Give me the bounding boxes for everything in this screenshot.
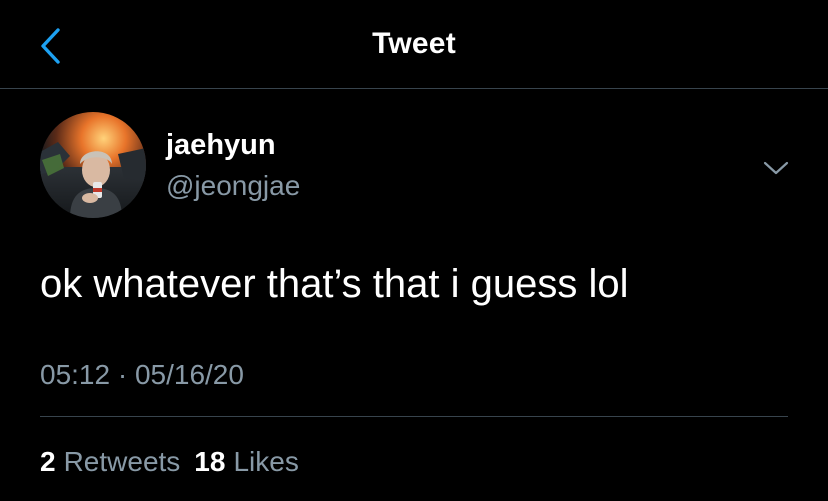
navigation-header: Tweet bbox=[0, 0, 828, 89]
tweet-detail-screen: Tweet jaehyun @jeongjae ok whatever that… bbox=[0, 0, 828, 501]
author-name[interactable]: jaehyun bbox=[166, 129, 276, 162]
author-handle: @jeongjae bbox=[166, 170, 301, 201]
avatar[interactable] bbox=[40, 112, 146, 218]
avatar-image bbox=[40, 112, 146, 218]
likes-label: Likes bbox=[233, 446, 299, 477]
tweet-menu-button[interactable] bbox=[760, 156, 792, 180]
page-title: Tweet bbox=[372, 27, 456, 60]
retweets-label: Retweets bbox=[63, 446, 181, 477]
tweet-text: ok whatever that’s that i guess lol bbox=[40, 262, 629, 306]
chevron-down-icon bbox=[763, 161, 789, 175]
likes-stat[interactable]: 18 Likes bbox=[194, 446, 299, 478]
divider bbox=[40, 416, 788, 417]
retweets-stat[interactable]: 2 Retweets bbox=[40, 446, 180, 478]
likes-count: 18 bbox=[194, 446, 226, 477]
tweet-timestamp: 05:12 · 05/16/20 bbox=[40, 359, 244, 390]
tweet-stats: 2 Retweets 18 Likes bbox=[40, 446, 299, 478]
retweets-count: 2 bbox=[40, 446, 56, 477]
